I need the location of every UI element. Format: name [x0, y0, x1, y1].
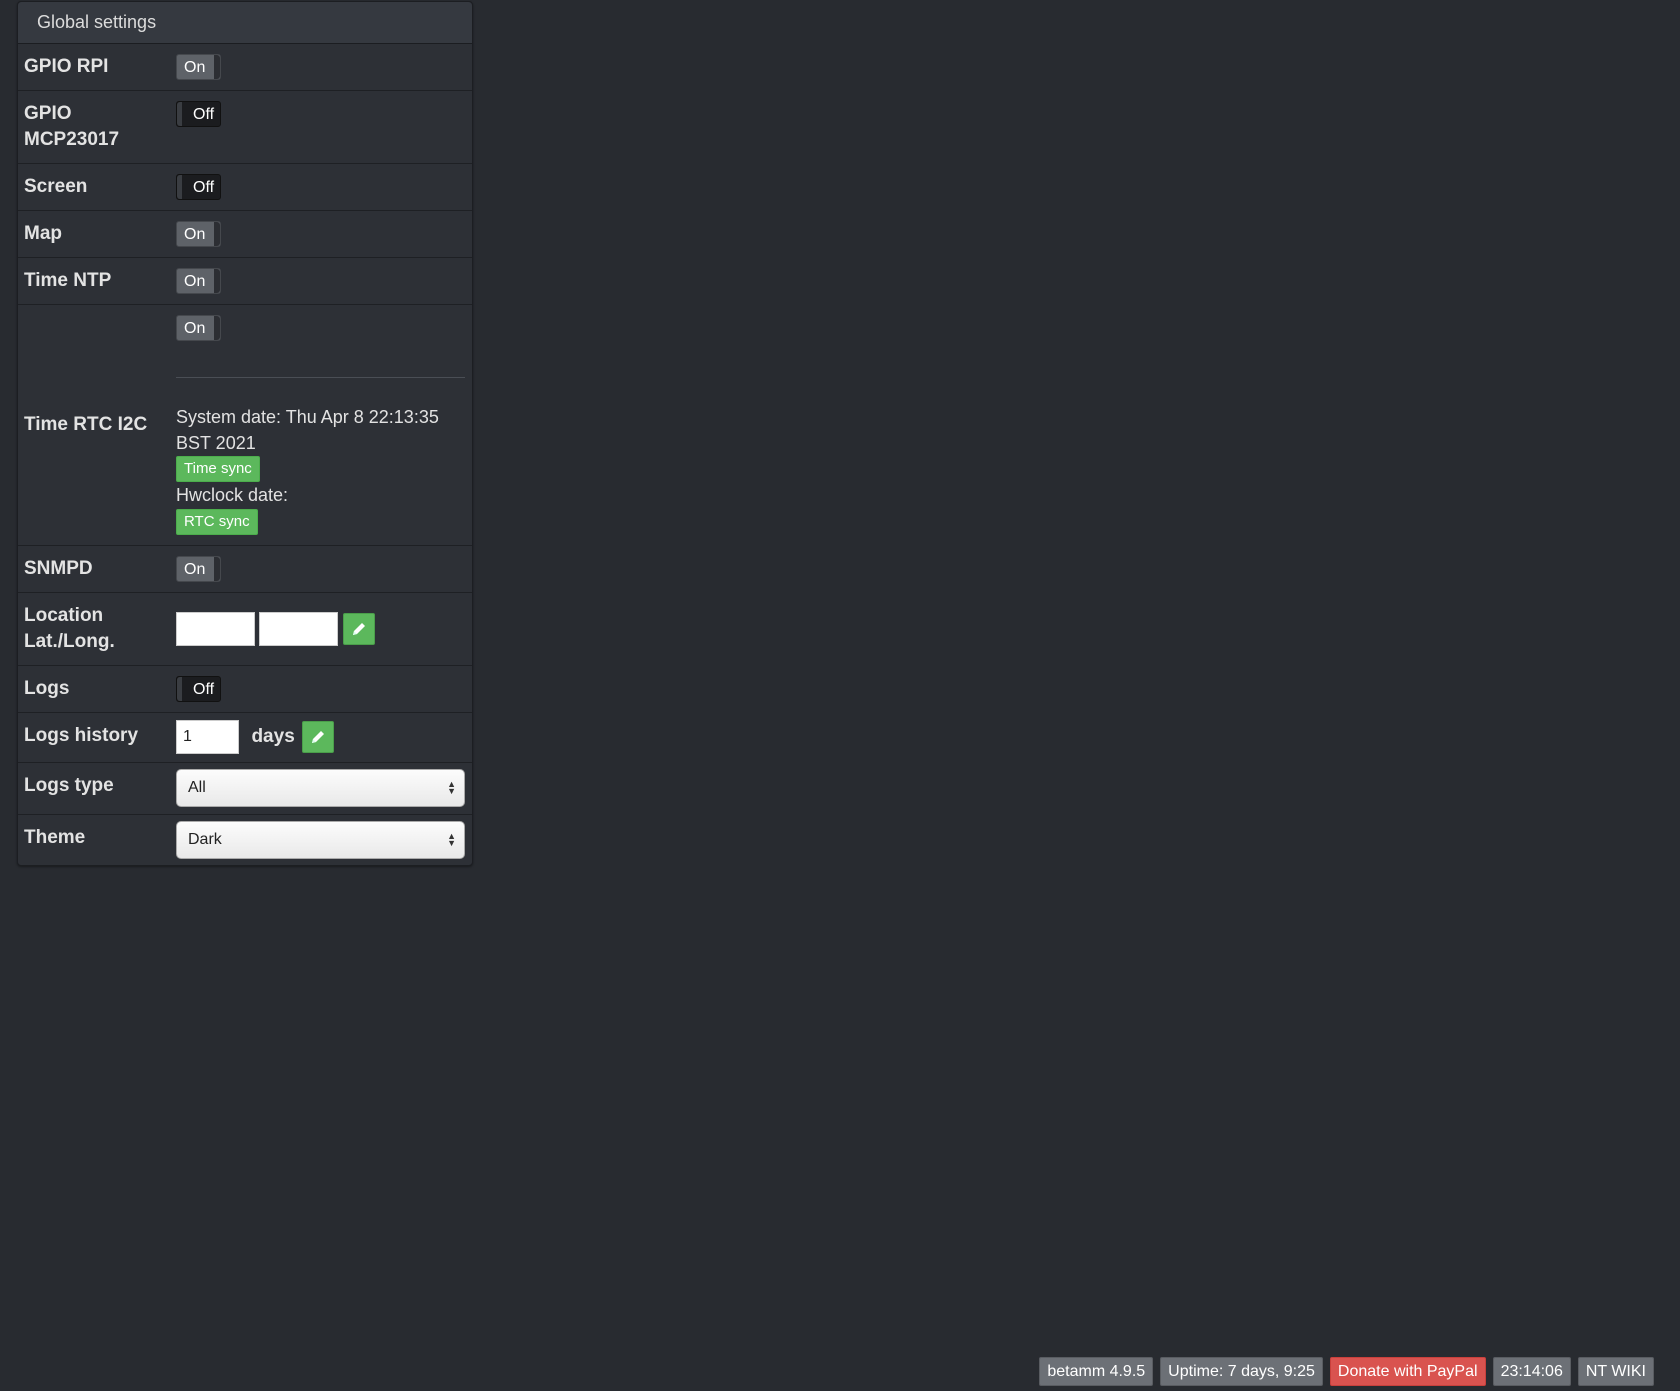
wiki-link[interactable]: NT WIKI — [1577, 1357, 1654, 1386]
logs-type-label: Logs type — [18, 762, 176, 815]
rtc-sync-button[interactable]: RTC sync — [176, 509, 258, 535]
snmpd-label: SNMPD — [18, 545, 176, 593]
map-label: Map — [18, 210, 176, 258]
pencil-icon — [352, 623, 365, 635]
donate-paypal-button[interactable]: Donate with PayPal — [1329, 1357, 1486, 1386]
gpio-rpi-toggle[interactable]: On — [176, 54, 221, 80]
row-map: Map On — [18, 210, 472, 258]
time-ntp-toggle[interactable]: On — [176, 268, 221, 294]
select-arrows-icon: ▲ ▼ — [447, 779, 456, 796]
gpio-mcp-label-line1: GPIO — [24, 103, 72, 124]
row-theme: Theme Dark ▲ ▼ — [18, 814, 472, 865]
snmpd-toggle[interactable]: On — [176, 556, 221, 582]
clock-badge: 23:14:06 — [1492, 1357, 1571, 1386]
row-logs-history: Logs history days — [18, 712, 472, 763]
theme-selected: Dark — [188, 831, 222, 848]
row-time-ntp: Time NTP On — [18, 257, 472, 305]
uptime-badge: Uptime: 7 days, 9:25 — [1160, 1357, 1323, 1386]
theme-label: Theme — [18, 814, 176, 865]
time-ntp-label: Time NTP — [18, 257, 176, 305]
hwclock-date-text: Hwclock date: — [176, 485, 289, 505]
longitude-input[interactable] — [259, 612, 339, 646]
theme-select[interactable]: Dark ▲ ▼ — [176, 821, 465, 859]
rtc-divider — [176, 377, 465, 378]
footer-bar: betamm 4.9.5 Uptime: 7 days, 9:25 Donate… — [1039, 1357, 1654, 1386]
time-rtc-label: Time RTC I2C — [18, 304, 176, 546]
time-sync-button[interactable]: Time sync — [176, 456, 260, 482]
screen-toggle[interactable]: Off — [176, 174, 221, 200]
select-arrows-icon: ▲ ▼ — [447, 831, 456, 848]
row-screen: Screen Off — [18, 163, 472, 211]
gpio-rpi-label: GPIO RPI — [24, 56, 109, 77]
gpio-mcp23017-toggle[interactable]: Off — [176, 101, 221, 127]
system-date-text: System date: Thu Apr 8 22:13:35 BST 2021 — [176, 407, 439, 453]
pencil-icon — [312, 731, 325, 743]
logs-type-select[interactable]: All ▲ ▼ — [176, 769, 465, 807]
location-label-line2: Lat./Long. — [24, 631, 115, 652]
location-save-button[interactable] — [342, 613, 375, 645]
days-label: days — [251, 726, 295, 747]
gpio-mcp-label-line2: MCP23017 — [24, 129, 120, 150]
global-settings-panel: Global settings GPIO RPI On GPIO MCP2301… — [17, 1, 473, 866]
row-logs: Logs Off — [18, 665, 472, 713]
logs-toggle[interactable]: Off — [176, 676, 221, 702]
version-badge[interactable]: betamm 4.9.5 — [1039, 1357, 1154, 1386]
settings-table: GPIO RPI On GPIO MCP23017 Off Screen Off… — [18, 44, 472, 865]
logs-label: Logs — [18, 665, 176, 713]
row-location: Location Lat./Long. — [18, 592, 472, 666]
row-snmpd: SNMPD On — [18, 545, 472, 593]
location-label-line1: Location — [24, 605, 104, 626]
gpio-mcp23017-label: GPIO MCP23017 — [18, 90, 176, 164]
time-rtc-toggle[interactable]: On — [176, 315, 221, 341]
row-gpio-mcp23017: GPIO MCP23017 Off — [18, 90, 472, 164]
row-logs-type: Logs type All ▲ ▼ — [18, 762, 472, 815]
latitude-input[interactable] — [176, 612, 255, 646]
row-gpio-rpi: GPIO RPI On — [18, 44, 472, 91]
logs-type-selected: All — [188, 779, 206, 796]
panel-title: Global settings — [18, 2, 472, 44]
map-toggle[interactable]: On — [176, 221, 221, 247]
logs-history-label: Logs history — [18, 712, 176, 763]
logs-history-save-button[interactable] — [302, 721, 335, 753]
screen-label: Screen — [18, 163, 176, 211]
location-label: Location Lat./Long. — [18, 592, 176, 666]
row-time-rtc-i2c: Time RTC I2C On System date: Thu Apr 8 2… — [18, 304, 472, 546]
logs-history-input[interactable] — [176, 720, 239, 754]
